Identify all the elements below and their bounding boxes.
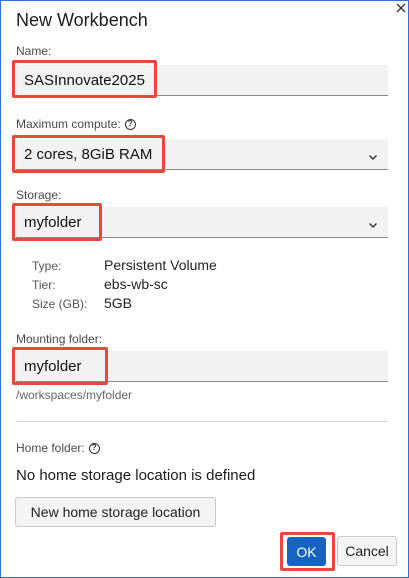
storage-size-key: Size (GB): — [32, 297, 88, 311]
mounting-path: /workspaces/myfolder — [16, 388, 133, 402]
ok-button[interactable]: OK — [287, 537, 326, 566]
home-message: No home storage location is defined — [16, 467, 256, 484]
chevron-down-icon — [368, 149, 378, 160]
compute-label-text: Maximum compute: — [16, 117, 121, 131]
mounting-highlight — [12, 347, 108, 385]
storage-tier-value: ebs-wb-sc — [104, 276, 168, 292]
new-home-storage-button[interactable]: New home storage location — [15, 497, 216, 527]
home-label: Home folder:? — [16, 441, 100, 455]
storage-type-value: Persistent Volume — [104, 257, 217, 273]
compute-label: Maximum compute:? — [16, 117, 136, 131]
storage-label: Storage: — [16, 188, 62, 202]
storage-size-value: 5GB — [104, 295, 133, 311]
close-icon[interactable] — [396, 3, 406, 13]
divider — [16, 421, 388, 422]
name-label: Name: — [16, 44, 52, 58]
dialog-title: New Workbench — [16, 10, 148, 30]
new-workbench-dialog: New Workbench Name: SASInnovate2025 Maxi… — [0, 0, 409, 578]
compute-highlight — [12, 135, 165, 173]
mounting-label: Mounting folder: — [16, 332, 103, 346]
info-icon[interactable]: ? — [124, 119, 136, 131]
storage-type-key: Type: — [32, 259, 62, 273]
storage-tier-key: Tier: — [32, 278, 56, 292]
info-icon[interactable]: ? — [88, 443, 100, 455]
storage-highlight — [12, 203, 102, 241]
name-highlight — [12, 60, 157, 98]
home-label-text: Home folder: — [16, 441, 85, 455]
cancel-button[interactable]: Cancel — [337, 536, 397, 566]
chevron-down-icon — [368, 217, 378, 228]
